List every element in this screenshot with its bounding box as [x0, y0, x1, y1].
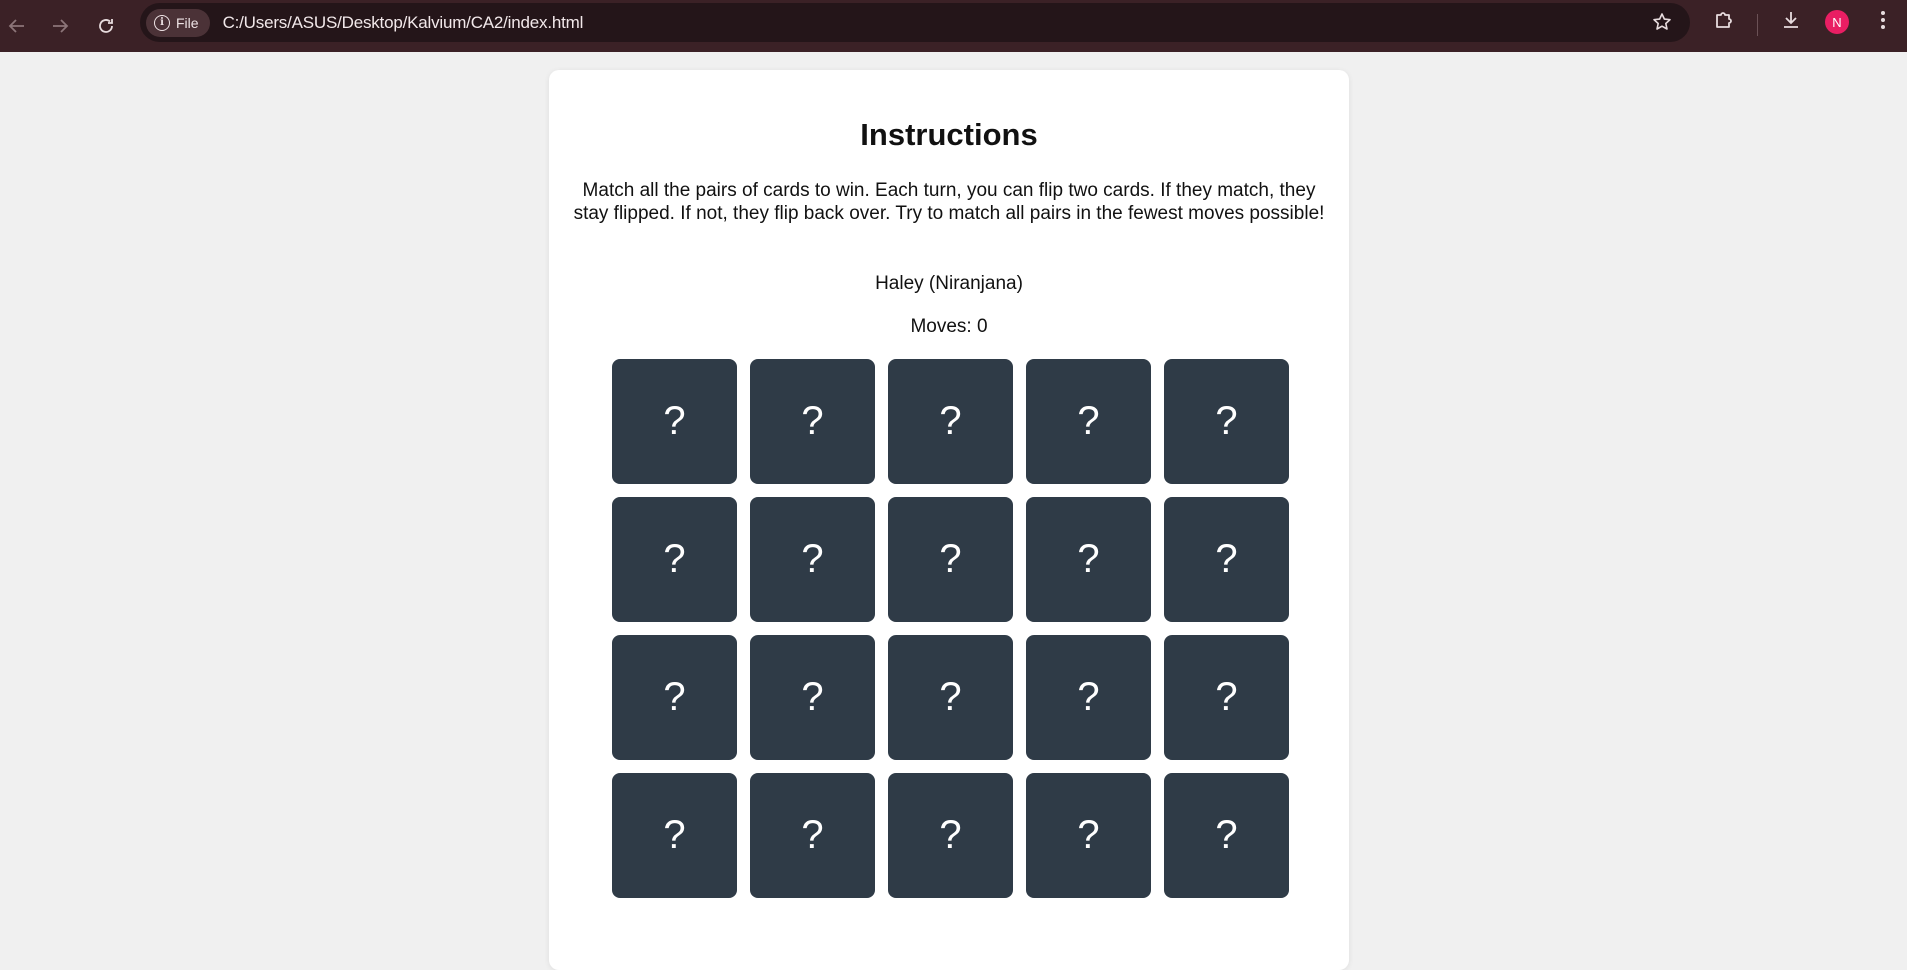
card-grid: ? ? ? ? ? ? ? ? ? ? ? ? ? ? ? ? ? ? ? ?: [612, 359, 1289, 898]
memory-card[interactable]: ?: [1026, 497, 1151, 622]
memory-card[interactable]: ?: [1026, 635, 1151, 760]
memory-card[interactable]: ?: [888, 359, 1013, 484]
menu-kebab-icon[interactable]: [1872, 9, 1894, 36]
url-text[interactable]: C:/Users/ASUS/Desktop/Kalvium/CA2/index.…: [223, 13, 584, 33]
toolbar-divider: [1757, 14, 1758, 36]
memory-card[interactable]: ?: [612, 359, 737, 484]
site-info-chip[interactable]: i File: [146, 8, 210, 37]
moves-counter: Moves: 0: [910, 316, 988, 337]
player-name: Haley (Niranjana): [875, 273, 1023, 294]
memory-card[interactable]: ?: [612, 497, 737, 622]
memory-card[interactable]: ?: [1026, 773, 1151, 898]
memory-card[interactable]: ?: [612, 635, 737, 760]
memory-card[interactable]: ?: [1164, 773, 1289, 898]
reload-icon[interactable]: [87, 7, 125, 45]
browser-toolbar: i File C:/Users/ASUS/Desktop/Kalvium/CA2…: [0, 0, 1907, 52]
memory-card[interactable]: ?: [1164, 359, 1289, 484]
address-bar[interactable]: i File C:/Users/ASUS/Desktop/Kalvium/CA2…: [140, 3, 1690, 42]
memory-card[interactable]: ?: [750, 497, 875, 622]
instructions-text: Match all the pairs of cards to win. Eac…: [573, 180, 1325, 224]
memory-card[interactable]: ?: [750, 359, 875, 484]
memory-card[interactable]: ?: [1164, 497, 1289, 622]
download-icon[interactable]: [1780, 9, 1802, 36]
memory-card[interactable]: ?: [888, 497, 1013, 622]
site-info-label: File: [176, 14, 199, 31]
page-title: Instructions: [860, 117, 1038, 152]
info-icon: i: [154, 14, 170, 31]
memory-card[interactable]: ?: [888, 773, 1013, 898]
extensions-puzzle-icon[interactable]: [1713, 9, 1735, 36]
memory-card[interactable]: ?: [1164, 635, 1289, 760]
memory-card[interactable]: ?: [1026, 359, 1151, 484]
memory-card[interactable]: ?: [888, 635, 1013, 760]
memory-card[interactable]: ?: [750, 773, 875, 898]
profile-avatar[interactable]: N: [1825, 10, 1849, 34]
bookmark-star-icon[interactable]: [1652, 12, 1672, 37]
back-arrow-icon[interactable]: [0, 7, 36, 45]
forward-arrow-icon[interactable]: [41, 7, 79, 45]
memory-card[interactable]: ?: [612, 773, 737, 898]
memory-card[interactable]: ?: [750, 635, 875, 760]
